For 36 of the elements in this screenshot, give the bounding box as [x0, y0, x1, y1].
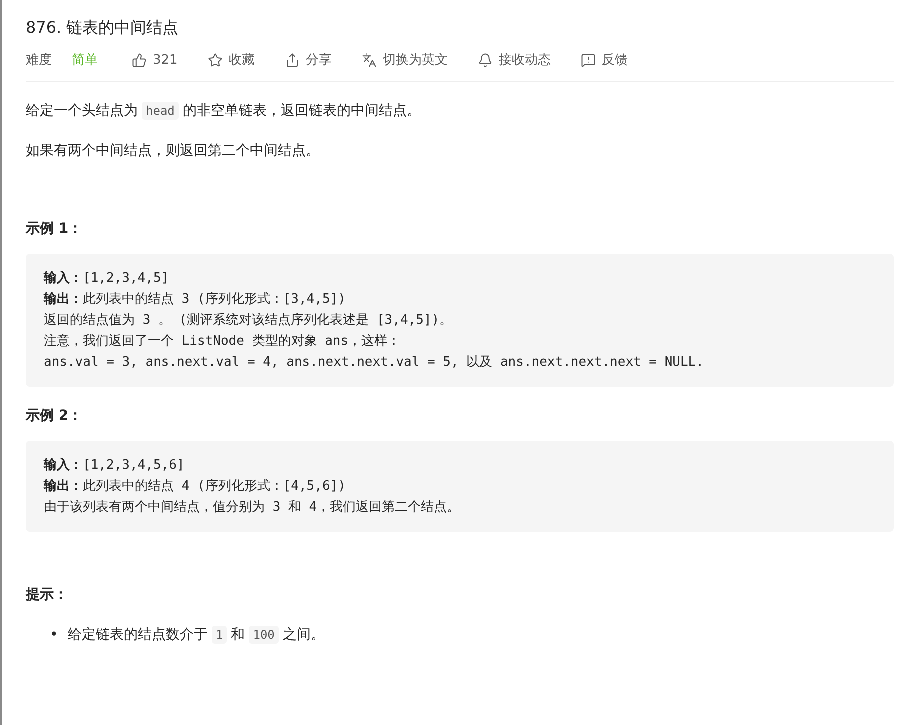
example-heading: 示例 2：	[26, 407, 84, 425]
feedback-button[interactable]: 反馈	[580, 51, 628, 69]
example-heading: 示例 1：	[26, 220, 84, 238]
bell-icon	[478, 52, 493, 68]
difficulty-label: 难度	[26, 52, 52, 69]
example-line: 注意，我们返回了一个 ListNode 类型的对象 ans，这样：	[44, 333, 402, 351]
paragraph-text: 之间。	[282, 627, 325, 643]
bell-button[interactable]: 接收动态	[478, 51, 551, 69]
example-line: 输出：此列表中的结点 3 (序列化形式：[3,4,5])	[44, 291, 347, 309]
inline-code: 1	[212, 626, 228, 644]
bullet: •	[50, 626, 60, 645]
example-line: 输出：此列表中的结点 4 (序列化形式：[4,5,6])	[44, 478, 347, 496]
example-line: 由于该列表有两个中间结点，值分别为 3 和 4，我们返回第二个结点。	[44, 499, 462, 517]
paragraph-text: 的非空单链表，返回链表的中间结点。	[182, 103, 421, 119]
example-line: ans.val = 3, ans.next.val = 4, ans.next.next.val = 5, 以及 ans.next.next.next = NULL.	[44, 354, 705, 372]
hints-heading: 提示：	[26, 586, 69, 604]
problem-title: 876. 链表的中间结点	[26, 18, 180, 39]
translate-button[interactable]: 切换为英文	[362, 51, 448, 69]
star-icon	[208, 52, 223, 68]
paragraph-text: 给定链表的结点数介于	[68, 627, 208, 643]
star-button[interactable]: 收藏	[208, 51, 255, 69]
difficulty-value: 简单	[72, 52, 98, 69]
share-icon	[284, 52, 300, 68]
share-button[interactable]: 分享	[284, 51, 332, 69]
paragraph-text: 如果有两个中间结点，则返回第二个中间结点。	[26, 143, 320, 159]
inline-code: 100	[249, 626, 279, 644]
paragraph-text: 和	[231, 627, 246, 643]
message-alert-icon	[580, 52, 596, 68]
inline-code: head	[142, 102, 179, 120]
paragraph-text: 给定一个头结点为	[26, 103, 138, 119]
example-line: 输入：[1,2,3,4,5]	[44, 270, 170, 288]
translate-icon	[362, 52, 377, 68]
example-line: 输入：[1,2,3,4,5,6]	[44, 456, 186, 475]
example-line: 返回的结点值为 3 。 (测评系统对该结点序列化表述是 [3,4,5])。	[44, 312, 454, 330]
thumbs-up-icon	[132, 52, 147, 68]
like-button[interactable]: 321	[132, 52, 178, 68]
